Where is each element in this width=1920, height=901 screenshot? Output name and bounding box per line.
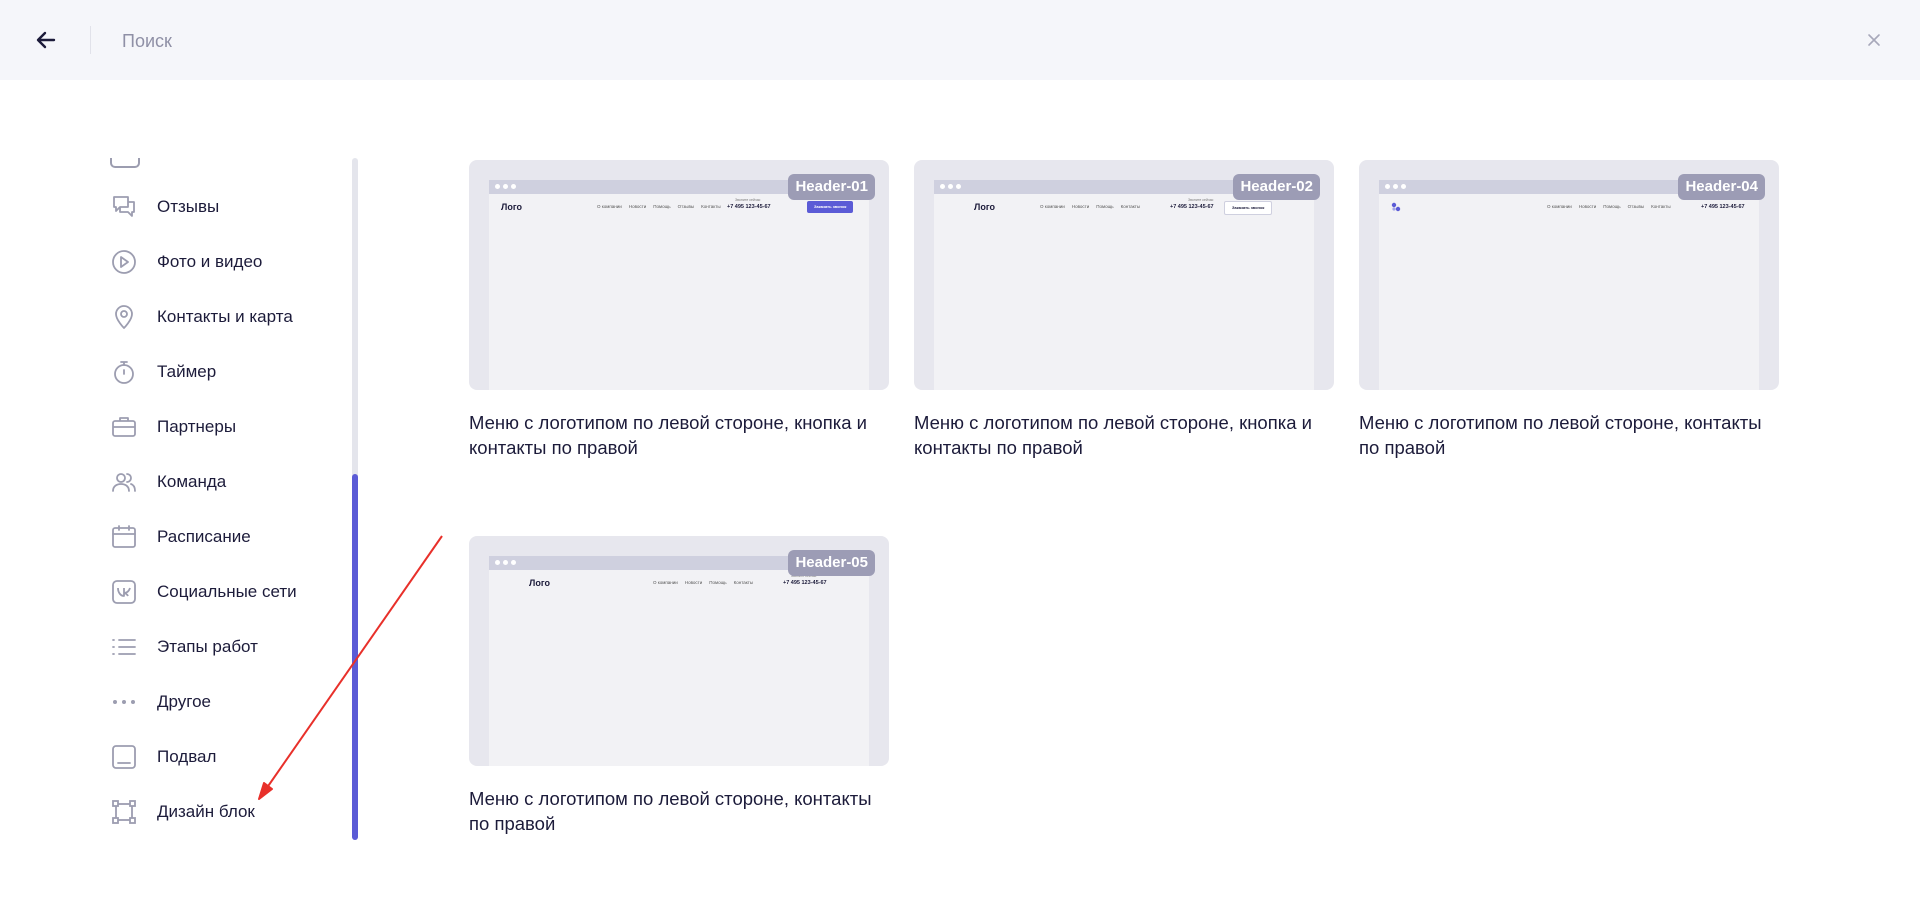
briefcase-icon bbox=[110, 413, 138, 441]
template-badge: Header-05 bbox=[788, 550, 875, 576]
sidebar-item-reviews[interactable]: Отзывы bbox=[100, 187, 350, 227]
mini-nav: О компании Новости Помощь Отзывы Контакты bbox=[597, 204, 721, 209]
mini-logo: Лого bbox=[974, 202, 995, 212]
browser-mockup: Лого О компании Новости Помощь Контакты Зво… bbox=[489, 556, 869, 766]
template-preview: Лого О компании Новости Помощь Отзывы Контак… bbox=[469, 160, 889, 390]
calendar-icon bbox=[110, 523, 138, 551]
sidebar-item-photo-video[interactable]: Фото и видео bbox=[100, 242, 350, 282]
partially-hidden-icon bbox=[110, 158, 140, 168]
sidebar-item-label: Этапы работ bbox=[157, 637, 258, 656]
play-icon bbox=[110, 248, 138, 276]
vk-icon bbox=[110, 578, 138, 606]
sidebar-item-work-stages[interactable]: Этапы работ bbox=[100, 627, 350, 667]
template-card-header-05[interactable]: Лого О компании Новости Помощь Контакты Зво… bbox=[469, 536, 889, 836]
browser-mockup: О компании Новости Помощь Отзывы Контакты +7… bbox=[1379, 180, 1759, 390]
mini-logo-icon bbox=[1391, 202, 1401, 212]
design-block-icon bbox=[110, 798, 138, 826]
close-icon bbox=[1868, 34, 1880, 46]
sidebar-scrollbar-track[interactable] bbox=[352, 158, 358, 840]
mini-cta-button: Заказать звонок bbox=[807, 201, 854, 213]
arrow-left-icon bbox=[36, 31, 56, 49]
sidebar-item-label: Социальные сети bbox=[157, 582, 297, 601]
footer-icon bbox=[110, 743, 138, 771]
search-input[interactable] bbox=[120, 24, 1724, 58]
more-icon bbox=[110, 688, 138, 716]
template-badge: Header-04 bbox=[1678, 174, 1765, 200]
template-preview: О компании Новости Помощь Отзывы Контакты +7… bbox=[1359, 160, 1779, 390]
template-card-header-04[interactable]: О компании Новости Помощь Отзывы Контакты +7… bbox=[1359, 160, 1779, 460]
sidebar-item-label: Партнеры bbox=[157, 417, 237, 436]
template-title: Меню с логотипом по левой стороне, кнопк… bbox=[469, 412, 867, 458]
sidebar-item-social[interactable]: Социальные сети bbox=[100, 572, 350, 612]
sidebar-item-label: Другое bbox=[157, 692, 212, 711]
sidebar-item-label: Команда bbox=[157, 472, 227, 491]
template-preview: Лого О компании Новости Помощь Контакты Зво… bbox=[914, 160, 1334, 390]
sidebar-item-label: Отзывы bbox=[157, 197, 220, 216]
template-card-header-02[interactable]: Лого О компании Новости Помощь Контакты Зво… bbox=[914, 160, 1334, 460]
mini-phone-note: Звоните сейчас bbox=[1188, 198, 1214, 202]
back-button[interactable] bbox=[30, 24, 62, 56]
top-bar bbox=[0, 0, 1920, 80]
reviews-icon bbox=[110, 193, 138, 221]
mini-cta-button: Заказать звонок bbox=[1224, 201, 1273, 215]
sidebar-item-design-block[interactable]: Дизайн блок bbox=[100, 792, 350, 832]
mini-phone-note: Звоните сейчас bbox=[735, 198, 761, 202]
sidebar-item-schedule[interactable]: Расписание bbox=[100, 517, 350, 557]
mini-phone: +7 495 123-45-67 bbox=[1701, 204, 1745, 210]
mini-nav: О компании Новости Помощь Контакты bbox=[653, 580, 754, 585]
team-icon bbox=[110, 468, 138, 496]
template-preview: Лого О компании Новости Помощь Контакты Зво… bbox=[469, 536, 889, 766]
sidebar-item-label: Контакты и карта bbox=[157, 307, 293, 326]
close-button[interactable] bbox=[1862, 28, 1886, 52]
sidebar-item-label: Подвал bbox=[157, 747, 217, 766]
mini-logo: Лого bbox=[501, 202, 522, 212]
sidebar-item-label: Дизайн блок bbox=[157, 802, 255, 821]
template-badge: Header-01 bbox=[788, 174, 875, 200]
template-badge: Header-02 bbox=[1233, 174, 1320, 200]
template-title: Меню с логотипом по левой стороне, кнопк… bbox=[914, 412, 1312, 458]
sidebar-item-other[interactable]: Другое bbox=[100, 682, 350, 722]
sidebar-scrollbar-thumb[interactable] bbox=[352, 474, 358, 840]
sidebar-item-timer[interactable]: Таймер bbox=[100, 352, 350, 392]
topbar-divider bbox=[90, 26, 91, 54]
mini-phone: +7 495 123-45-67 bbox=[727, 204, 771, 210]
mini-phone: +7 495 123-45-67 bbox=[1170, 204, 1214, 210]
sidebar-item-label: Расписание bbox=[157, 527, 251, 546]
template-title: Меню с логотипом по левой стороне, конта… bbox=[1359, 412, 1762, 458]
mini-nav: О компании Новости Помощь Контакты bbox=[1040, 204, 1141, 209]
browser-mockup: Лого О компании Новости Помощь Контакты Зво… bbox=[934, 180, 1314, 390]
sidebar-item-contacts-map[interactable]: Контакты и карта bbox=[100, 297, 350, 337]
template-title: Меню с логотипом по левой стороне, конта… bbox=[469, 788, 872, 834]
sidebar: Отзывы Фото и видео Контакты и карта Тай… bbox=[100, 158, 360, 840]
map-pin-icon bbox=[110, 303, 138, 331]
sidebar-item-footer[interactable]: Подвал bbox=[100, 737, 350, 777]
sidebar-item-label: Таймер bbox=[157, 362, 217, 381]
sidebar-item-partners[interactable]: Партнеры bbox=[100, 407, 350, 447]
sidebar-item-label: Фото и видео bbox=[157, 252, 263, 271]
template-card-header-01[interactable]: Лого О компании Новости Помощь Отзывы Контак… bbox=[469, 160, 889, 460]
browser-mockup: Лого О компании Новости Помощь Отзывы Контак… bbox=[489, 180, 869, 390]
timer-icon bbox=[110, 358, 138, 386]
mini-logo: Лого bbox=[529, 578, 550, 588]
sidebar-item-team[interactable]: Команда bbox=[100, 462, 350, 502]
mini-nav: О компании Новости Помощь Отзывы Контакты bbox=[1547, 204, 1671, 209]
list-icon bbox=[110, 633, 138, 661]
mini-phone: +7 495 123-45-67 bbox=[783, 580, 827, 586]
